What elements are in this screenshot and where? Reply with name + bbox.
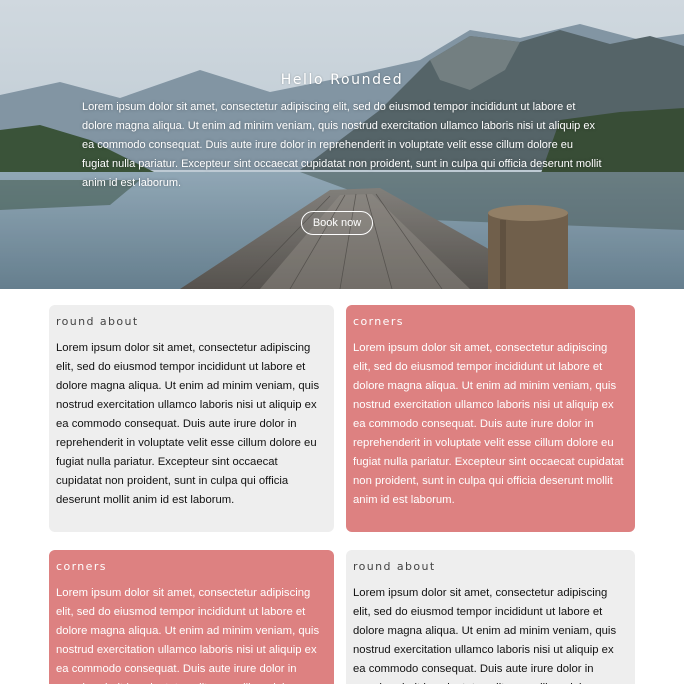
card-title: round about [353,560,436,573]
card-body: Lorem ipsum dolor sit amet, consectetur … [353,587,617,684]
card-round-about-1: round about Lorem ipsum dolor sit amet, … [49,305,334,532]
card-body: Lorem ipsum dolor sit amet, consectetur … [353,342,624,506]
card-corners-2: corners Lorem ipsum dolor sit amet, cons… [49,550,334,684]
hero-banner: Hello Rounded Lorem ipsum dolor sit amet… [0,0,684,289]
hero-title: Hello Rounded [280,72,404,88]
card-body: Lorem ipsum dolor sit amet, consectetur … [56,342,320,506]
card-round-about-2: round about Lorem ipsum dolor sit amet, … [346,550,635,684]
card-title: corners [56,560,107,573]
hero-text: Lorem ipsum dolor sit amet, consectetur … [82,101,602,189]
book-now-button[interactable]: Book now [301,211,373,235]
card-corners-1: corners Lorem ipsum dolor sit amet, cons… [346,305,635,532]
card-body: Lorem ipsum dolor sit amet, consectetur … [56,587,320,684]
card-title: round about [56,315,139,328]
card-title: corners [353,315,404,328]
